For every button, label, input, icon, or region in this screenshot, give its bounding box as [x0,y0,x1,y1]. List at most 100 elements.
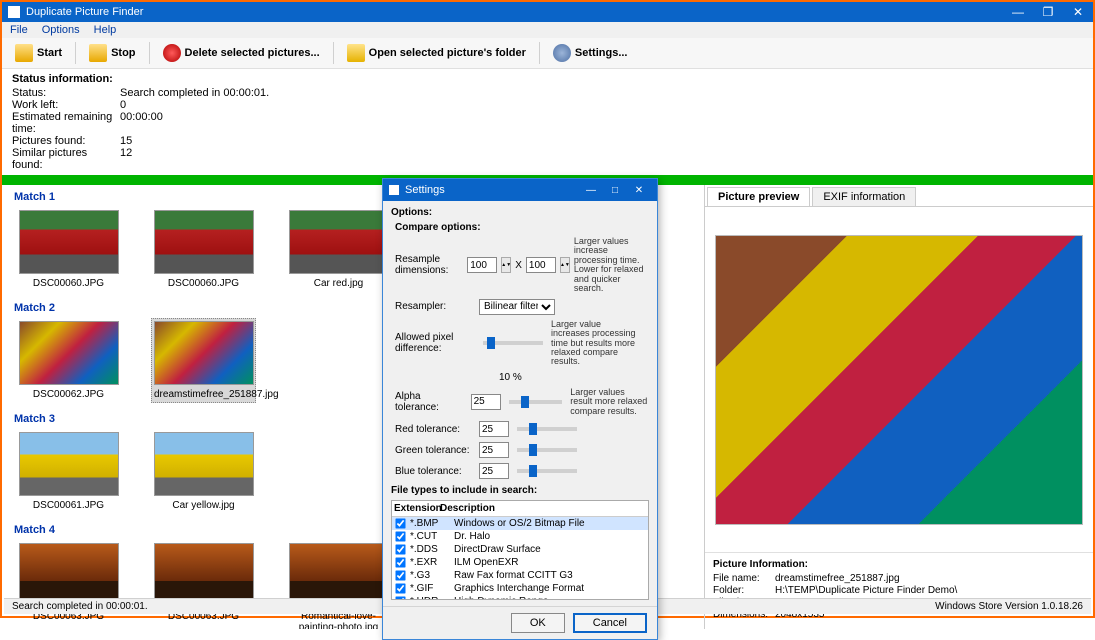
thumbnail[interactable]: DSC00062.JPG [16,318,121,403]
filetype-row[interactable]: *.G3Raw Fax format CCITT G3 [392,569,648,582]
filetypes-list[interactable]: Extension Description *.BMPWindows or OS… [391,500,649,600]
green-slider[interactable] [517,448,577,452]
compare-options-header: Compare options: [395,222,649,233]
pixel-diff-slider[interactable] [483,341,543,345]
close-button[interactable]: ✕ [1063,2,1093,22]
filetype-row[interactable]: *.GIFGraphics Interchange Format [392,582,648,595]
status-value: 00:00:00 [120,111,163,135]
status-header: Status information: [12,73,1083,85]
tab-picture-preview[interactable]: Picture preview [707,187,810,206]
preview-tabs: Picture preview EXIF information [705,187,1093,207]
titlebar-text: Duplicate Picture Finder [26,6,1003,18]
start-button[interactable]: Start [8,41,69,65]
red-tolerance-input[interactable] [479,421,509,437]
settings-title: Settings [405,184,579,196]
dialog-close-button[interactable]: ✕ [627,182,651,198]
green-tolerance-input[interactable] [479,442,509,458]
resample-width-input[interactable] [467,257,497,273]
alpha-slider[interactable] [509,400,563,404]
filetype-row[interactable]: *.DDSDirectDraw Surface [392,543,648,556]
settings-titlebar: Settings — □ ✕ [383,179,657,201]
status-label: Status: [12,87,120,99]
delete-label: Delete selected pictures... [185,47,320,59]
settings-button[interactable]: Settings... [546,41,635,65]
picture-info-header: Picture Information: [713,559,1085,570]
filetype-checkbox[interactable] [395,518,405,528]
info-label: File name: [713,573,775,584]
cancel-button[interactable]: Cancel [573,613,647,633]
thumbnail-caption: DSC00061.JPG [19,500,118,511]
filetype-checkbox[interactable] [395,583,405,593]
thumbnail-caption: Car red.jpg [289,278,388,289]
thumbnail-image [289,210,389,274]
col-description[interactable]: Description [440,503,495,514]
thumbnail[interactable]: Car yellow.jpg [151,429,256,514]
toolbar-separator [333,42,334,64]
filetype-ext: *.EXR [410,557,454,568]
blue-tolerance-input[interactable] [479,463,509,479]
thumbnail[interactable]: DSC00061.JPG [16,429,121,514]
toolbar-separator [149,42,150,64]
start-label: Start [37,47,62,59]
stop-button[interactable]: Stop [82,41,142,65]
filetype-checkbox[interactable] [395,531,405,541]
maximize-button[interactable]: ❐ [1033,2,1063,22]
thumbnail[interactable]: DSC00063.JPG [16,540,121,629]
menu-help[interactable]: Help [94,24,117,36]
thumbnail[interactable]: DSC00060.JPG [151,207,256,292]
thumbnail[interactable]: Romantical-love-painting-photo.jpg [286,540,391,629]
thumbnail[interactable]: DSC00063.JPG [151,540,256,629]
stop-label: Stop [111,47,135,59]
thumbnail[interactable]: dreamstimefree_251887.jpg [151,318,256,403]
filetype-checkbox[interactable] [395,570,405,580]
statusbar-left: Search completed in 00:00:01. [12,601,148,612]
filetypes-columns: Extension Description [392,501,648,517]
status-value: 0 [120,99,126,111]
red-slider[interactable] [517,427,577,431]
ok-button[interactable]: OK [511,613,565,633]
menu-file[interactable]: File [10,24,28,36]
delete-selected-button[interactable]: Delete selected pictures... [156,41,327,65]
filetype-desc: Dr. Halo [454,531,490,542]
dialog-maximize-button[interactable]: □ [603,182,627,198]
col-extension[interactable]: Extension [392,503,440,514]
pixel-diff-help: Larger value increases processing time b… [551,320,639,367]
spinner-icon[interactable]: ▲▼ [560,257,570,273]
status-label: Estimated remaining time: [12,111,120,135]
filetype-row[interactable]: *.HDRHigh Dynamic Range [392,595,648,600]
settings-label: Settings... [575,47,628,59]
filetypes-header: File types to include in search: [391,485,649,496]
dialog-minimize-button[interactable]: — [579,182,603,198]
x-label: X [515,260,522,271]
thumbnail-caption: Car yellow.jpg [154,500,253,511]
filetype-row[interactable]: *.BMPWindows or OS/2 Bitmap File [392,517,648,530]
thumbnail[interactable]: DSC00060.JPG [16,207,121,292]
tab-exif[interactable]: EXIF information [812,187,916,206]
thumbnail[interactable]: Car red.jpg [286,207,391,292]
spinner-icon[interactable]: ▲▼ [501,257,511,273]
filetype-row[interactable]: *.EXRILM OpenEXR [392,556,648,569]
blue-tolerance-label: Blue tolerance: [395,466,475,477]
minimize-button[interactable]: — [1003,2,1033,22]
menu-options[interactable]: Options [42,24,80,36]
preview-image [715,235,1083,525]
tolerance-help: Larger values result more relaxed compar… [570,388,649,416]
blue-slider[interactable] [517,469,577,473]
alpha-tolerance-input[interactable] [471,394,501,410]
thumbnail-image [154,321,254,385]
filetype-checkbox[interactable] [395,596,405,600]
filetype-checkbox[interactable] [395,544,405,554]
thumbnail-image [19,210,119,274]
status-label: Pictures found: [12,135,120,147]
filetype-checkbox[interactable] [395,557,405,567]
filetype-ext: *.GIF [410,583,454,594]
settings-dialog: Settings — □ ✕ Options: Compare options:… [382,178,658,640]
pixel-diff-label: Allowed pixel difference: [395,332,475,354]
filetype-desc: High Dynamic Range [454,596,549,600]
resample-height-input[interactable] [526,257,556,273]
dialog-buttons: OK Cancel [383,606,657,639]
resampler-select[interactable]: Bilinear filter [479,299,555,315]
filetype-row[interactable]: *.CUTDr. Halo [392,530,648,543]
resampler-label: Resampler: [395,301,475,312]
open-folder-button[interactable]: Open selected picture's folder [340,41,533,65]
